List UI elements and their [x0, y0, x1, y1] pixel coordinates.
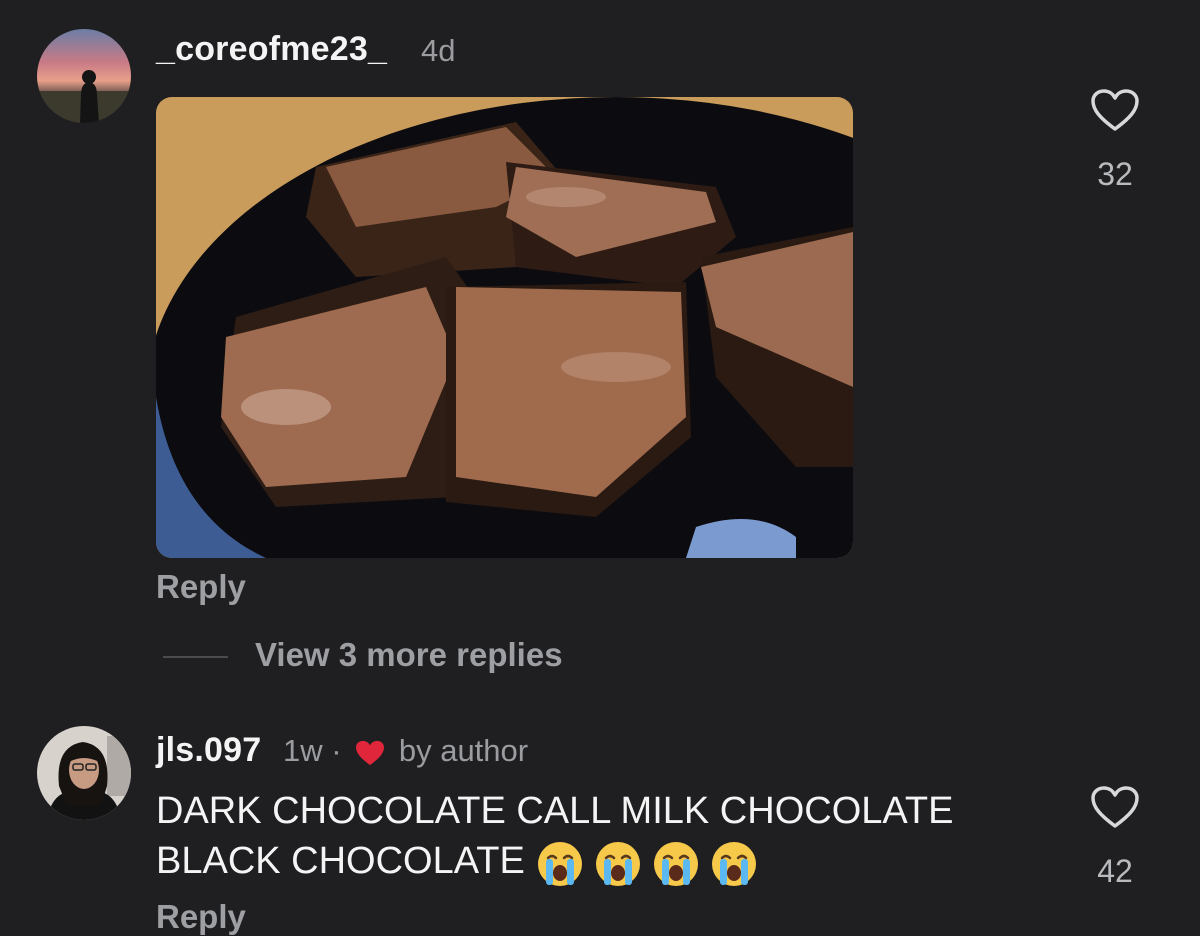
comment-username[interactable]: jls.097: [156, 731, 261, 770]
heart-outline-icon: [1091, 89, 1139, 131]
reply-button[interactable]: Reply: [156, 898, 246, 936]
heart-outline-icon: [1091, 786, 1139, 828]
meta-separator: ·: [331, 733, 342, 768]
crying-face-emoji-icon: [712, 841, 757, 886]
comments-thread: _coreofme23_ 4d Reply 32 View 3 more rep…: [0, 0, 1200, 936]
avatar[interactable]: [37, 29, 131, 123]
comment-timestamp: 1w: [283, 733, 323, 768]
like-button[interactable]: 42: [1080, 785, 1150, 890]
thread-line-divider: [163, 656, 228, 658]
liked-by-author-badge: by author: [398, 733, 529, 768]
reply-button[interactable]: Reply: [156, 568, 246, 606]
comment-image[interactable]: [156, 97, 853, 558]
view-more-replies-button[interactable]: View 3 more replies: [255, 636, 563, 674]
comment-body: DARK CHOCOLATE CALL MILK CHOCOLATE BLACK…: [156, 786, 1056, 889]
avatar[interactable]: [37, 726, 131, 820]
crying-face-emoji-icon: [538, 841, 583, 886]
like-button[interactable]: 32: [1080, 88, 1150, 193]
comment-username[interactable]: _coreofme23_: [156, 30, 387, 69]
emoji-row: [535, 837, 767, 889]
like-count: 32: [1097, 156, 1133, 192]
like-count: 42: [1097, 853, 1133, 889]
heart-filled-icon: [356, 740, 385, 765]
brownies-photo: [156, 97, 853, 558]
comment-meta: 1w · by author: [283, 733, 528, 769]
avatar-image: [37, 726, 131, 820]
comment-timestamp: 4d: [421, 33, 456, 68]
crying-face-emoji-icon: [596, 841, 641, 886]
crying-face-emoji-icon: [654, 841, 699, 886]
avatar-image: [37, 29, 131, 123]
